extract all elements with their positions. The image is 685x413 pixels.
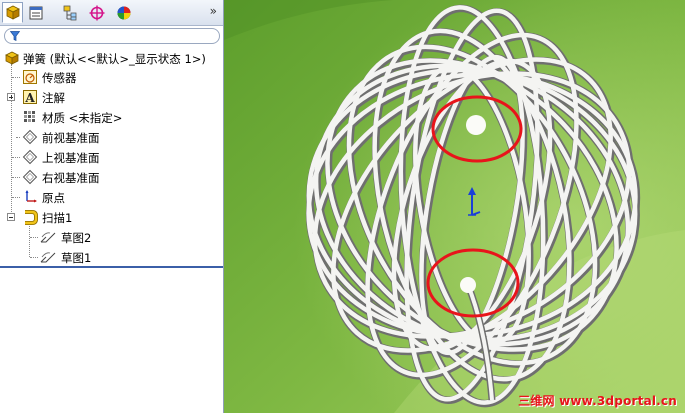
crosshair-icon [89,5,105,21]
sketch-icon [40,252,56,263]
configuration-manager-tab[interactable] [59,2,80,23]
feature-tree-icon [6,5,20,20]
tree-item-label: 注解 [42,91,65,105]
property-manager-tab[interactable] [25,2,46,23]
tree-item-sketch1[interactable]: 草图1 [0,247,223,267]
filter-row [0,26,223,46]
rollback-bar[interactable] [0,266,223,268]
tree-item-front-plane[interactable]: 前视基准面 [0,127,223,147]
tree-filter-input[interactable] [4,28,220,44]
origin-icon [25,190,37,203]
tree-item-sketch2[interactable]: 草图2 [0,227,223,247]
material-icon [24,111,35,122]
configuration-icon [63,5,77,21]
watermark-text: 三维网 www.3dportal.cn [518,394,677,408]
more-tabs-chevron[interactable]: » [210,4,217,18]
feature-manager-panel: » 弹簧 (默认<<默认>_显示状态 1>) 传感器 A 注解 材质 <未指定>… [0,0,224,413]
tree-item-label: 原点 [42,191,65,205]
sweep-icon [25,210,38,225]
svg-text:A: A [24,91,35,105]
tree-item-label: 右视基准面 [42,171,100,185]
tree-item-origin[interactable]: 原点 [0,187,223,207]
tree-item-top-plane[interactable]: 上视基准面 [0,147,223,167]
tree-item-annotations[interactable]: A 注解 [0,87,223,107]
property-manager-icon [29,6,43,20]
tree-item-label: 草图1 [61,251,92,265]
filter-icon [10,31,20,41]
tree-item-sweep[interactable]: 扫描1 [0,207,223,227]
feature-manager-tab[interactable] [2,2,23,23]
tree-item-sensors[interactable]: 传感器 [0,67,223,87]
color-wheel-icon [117,6,131,20]
tree-root-part[interactable]: 弹簧 (默认<<默认>_显示状态 1>) [0,48,223,68]
expand-toggle[interactable] [7,93,15,101]
plane-icon [22,129,38,145]
plane-icon [22,169,38,185]
sketch-icon [40,232,56,243]
model-view [224,0,685,413]
dimxpert-manager-tab[interactable] [86,2,107,23]
tree-item-label: 草图2 [61,231,92,245]
tree-root-label: 弹簧 (默认<<默认>_显示状态 1>) [23,52,206,66]
tree-item-material[interactable]: 材质 <未指定> [0,107,223,127]
tree-item-right-plane[interactable]: 右视基准面 [0,167,223,187]
part-icon [5,51,19,65]
tree-item-label: 扫描1 [42,211,73,225]
tree-item-label: 前视基准面 [42,131,100,145]
plane-icon [22,149,38,165]
collapse-toggle[interactable] [7,213,15,221]
tree-item-label: 上视基准面 [42,151,100,165]
annotation-icon: A [23,90,37,105]
sensor-icon [23,70,37,84]
tree-item-label: 传感器 [42,71,77,85]
graphics-area[interactable]: 三维网 www.3dportal.cn [224,0,685,413]
display-manager-tab[interactable] [113,2,134,23]
tree-item-label: 材质 <未指定> [42,111,123,125]
manager-toolbar: » [0,0,223,26]
